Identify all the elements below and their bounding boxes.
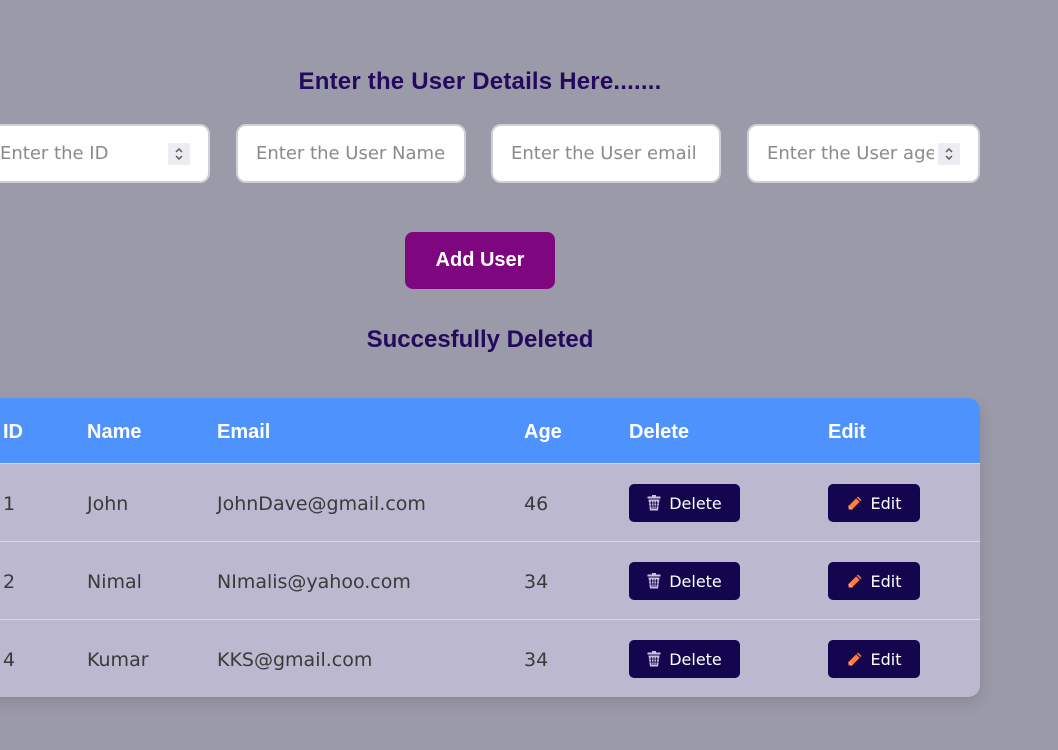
delete-button[interactable]: Delete [629,484,740,522]
header-edit: Edit [828,421,866,443]
status-message: Succesfully Deleted [366,326,594,353]
user-name-field[interactable] [236,124,466,183]
page-title: Enter the User Details Here....... [298,68,662,96]
header-age: Age [524,421,562,443]
header-delete: Delete [629,421,690,443]
table-header: ID Name Email Age Delete Edit [0,398,980,464]
edit-label: Edit [870,493,902,513]
cell-email: NImalis@yahoo.com [217,571,411,593]
pencil-icon [847,495,863,511]
header-email: Email [217,421,271,443]
edit-label: Edit [870,649,902,669]
trash-icon [647,495,661,511]
cell-name: Kumar [87,649,149,671]
cell-age: 34 [524,571,549,593]
trash-icon [647,651,661,667]
header-id: ID [3,421,23,443]
delete-button[interactable]: Delete [629,562,740,600]
table-row: 2 Nimal NImalis@yahoo.com 34 Delete Edit [0,542,980,620]
user-age-input[interactable] [767,143,934,164]
id-input[interactable] [0,143,164,164]
edit-button[interactable]: Edit [828,562,920,600]
table-row: 4 Kumar KKS@gmail.com 34 Delete Edit [0,620,980,697]
number-spinner[interactable] [938,142,960,165]
pencil-icon [847,651,863,667]
cell-email: KKS@gmail.com [217,649,373,671]
cell-age: 34 [524,649,549,671]
cell-name: Nimal [87,571,142,593]
edit-button[interactable]: Edit [828,640,920,678]
cell-name: John [87,493,129,515]
cell-id: 2 [3,571,16,593]
user-email-input[interactable] [511,143,701,164]
header-name: Name [87,421,142,443]
id-field[interactable] [0,124,210,183]
cell-id: 4 [3,649,16,671]
delete-label: Delete [669,571,722,591]
delete-button[interactable]: Delete [629,640,740,678]
user-email-field[interactable] [491,124,721,183]
chevron-up-down-icon [175,147,183,160]
delete-label: Delete [669,493,722,513]
pencil-icon [847,573,863,589]
user-name-input[interactable] [256,143,446,164]
number-spinner[interactable] [168,142,190,165]
cell-age: 46 [524,493,549,515]
users-table: ID Name Email Age Delete Edit 1 John Joh… [0,398,980,697]
table-row: 1 John JohnDave@gmail.com 46 Delete Edit [0,464,980,542]
edit-label: Edit [870,571,902,591]
user-age-field[interactable] [747,124,980,183]
delete-label: Delete [669,649,722,669]
chevron-up-down-icon [945,147,953,160]
trash-icon [647,573,661,589]
edit-button[interactable]: Edit [828,484,920,522]
cell-email: JohnDave@gmail.com [217,493,426,515]
add-user-button[interactable]: Add User [405,232,555,289]
cell-id: 1 [3,493,16,515]
